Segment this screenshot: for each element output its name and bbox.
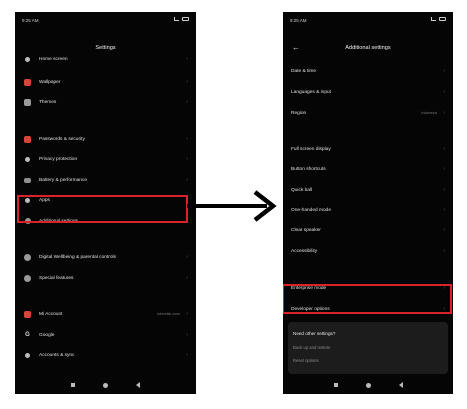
settings-item-date-time[interactable]: Date & time › — [283, 65, 453, 77]
recents-icon[interactable] — [71, 383, 75, 387]
home-icon — [24, 56, 31, 63]
themes-icon — [24, 98, 31, 106]
chevron-right-icon: › — [443, 207, 445, 213]
chevron-right-icon: › — [186, 56, 188, 62]
chevron-right-icon: › — [186, 352, 188, 358]
google-icon: G — [25, 332, 30, 338]
settings-item-quick-ball[interactable]: Quick ball › — [283, 184, 453, 196]
chevron-right-icon: › — [186, 332, 188, 338]
settings-item-accessibility[interactable]: Accessibility › — [283, 245, 453, 257]
privacy-icon — [24, 156, 31, 163]
chevron-right-icon: › — [443, 248, 445, 254]
chevron-right-icon: › — [443, 146, 445, 152]
chevron-right-icon: › — [443, 227, 445, 233]
wallpaper-icon — [24, 78, 31, 86]
settings-screen: 9:25 AM Settings Home screen › Wallpaper… — [15, 12, 196, 394]
back-nav-icon[interactable] — [136, 382, 140, 388]
wellbeing-icon — [24, 253, 31, 261]
chevron-right-icon: › — [186, 311, 188, 317]
battery-status-icon — [182, 17, 189, 21]
settings-item-home-screen[interactable]: Home screen › — [15, 53, 196, 65]
other-settings-card: Need other settings? Back up and restore… — [288, 322, 448, 374]
highlight-box — [17, 195, 188, 223]
mi-account-value: mirexdsk.xnne — [156, 312, 180, 316]
status-time: 9:25 AM — [22, 18, 39, 23]
signal-icon — [431, 17, 436, 21]
lock-icon — [24, 135, 31, 143]
chevron-right-icon: › — [443, 68, 445, 74]
back-nav-icon[interactable] — [398, 382, 403, 388]
battery-status-icon — [439, 17, 446, 21]
chevron-right-icon: › — [443, 110, 445, 116]
status-bar: 9:25 AM — [15, 12, 196, 30]
highlight-box — [283, 284, 452, 314]
chevron-right-icon: › — [186, 99, 188, 105]
chevron-right-icon: › — [186, 254, 188, 260]
chevron-right-icon: › — [443, 166, 445, 172]
settings-item-themes[interactable]: Themes › — [15, 96, 196, 108]
other-settings-title: Need other settings? — [293, 331, 336, 336]
status-time: 9:25 AM — [290, 18, 307, 23]
settings-item-region[interactable]: Region Indonesia › — [283, 107, 453, 119]
status-bar: 9:25 AM — [283, 12, 453, 30]
additional-settings-screen: 9:25 AM ← Additional settings Date & tim… — [283, 12, 453, 394]
chevron-right-icon: › — [186, 136, 188, 142]
page-title: Additional settings — [345, 45, 391, 51]
navigation-bar — [283, 376, 453, 394]
chevron-right-icon: › — [186, 79, 188, 85]
settings-item-mi-account[interactable]: Mi Account mirexdsk.xnne › — [15, 308, 196, 320]
recents-icon[interactable] — [333, 383, 338, 387]
accounts-icon — [24, 352, 31, 359]
settings-item-clear-speaker[interactable]: Clear speaker › — [283, 224, 453, 236]
settings-item-accounts-sync[interactable]: Accounts & sync › — [15, 349, 196, 361]
settings-item-battery[interactable]: Battery & performance › — [15, 174, 196, 186]
mi-account-icon — [24, 310, 31, 318]
settings-item-privacy[interactable]: Privacy protection › — [15, 153, 196, 165]
battery-icon — [24, 177, 31, 183]
settings-item-button-shortcuts[interactable]: Button shortcuts › — [283, 163, 453, 175]
home-button-icon[interactable] — [103, 382, 108, 388]
settings-item-wallpaper[interactable]: Wallpaper › — [15, 76, 196, 88]
region-value: Indonesia — [421, 111, 437, 115]
settings-item-google[interactable]: G Google › — [15, 329, 196, 341]
chevron-right-icon: › — [186, 177, 188, 183]
navigation-bar — [15, 376, 196, 394]
chevron-right-icon: › — [186, 275, 188, 281]
arrow-icon — [187, 190, 277, 222]
settings-item-full-screen-display[interactable]: Full screen display › — [283, 143, 453, 155]
page-title: Settings — [95, 45, 116, 51]
settings-item-one-handed-mode[interactable]: One-handed mode › — [283, 204, 453, 216]
chevron-right-icon: › — [186, 156, 188, 162]
chevron-right-icon: › — [443, 187, 445, 193]
special-features-icon — [24, 274, 31, 282]
settings-item-languages-input[interactable]: Languages & input › — [283, 86, 453, 98]
settings-item-passwords-security[interactable]: Passwords & security › — [15, 133, 196, 145]
reset-options-link[interactable]: Reset options — [293, 358, 319, 363]
settings-item-digital-wellbeing[interactable]: Digital Wellbeing & parental controls › — [15, 251, 196, 263]
backup-restore-link[interactable]: Back up and restore — [293, 345, 330, 350]
signal-icon — [174, 17, 179, 21]
home-button-icon[interactable] — [365, 382, 371, 388]
chevron-right-icon: › — [443, 89, 445, 95]
settings-item-special-features[interactable]: Special features › — [15, 272, 196, 284]
